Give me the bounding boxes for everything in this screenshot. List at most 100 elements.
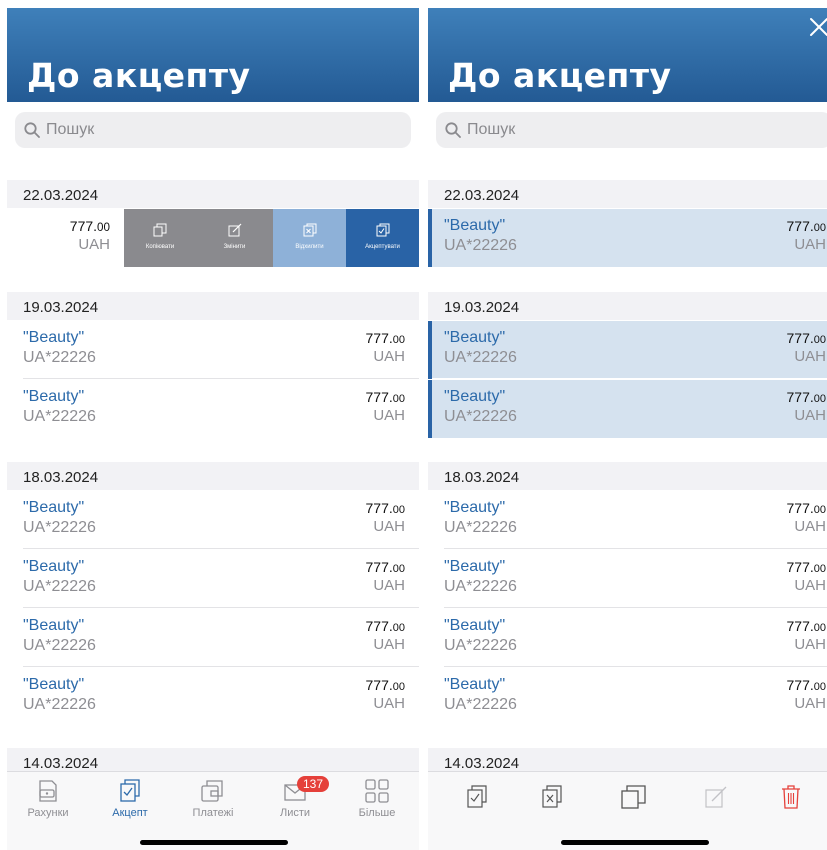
currency: UAH <box>794 577 826 594</box>
copy-icon <box>153 223 167 237</box>
home-indicator <box>140 840 288 845</box>
amount: 777.00 <box>786 618 827 634</box>
currency: UAH <box>794 348 826 365</box>
account-number: UA*22226 <box>444 519 517 536</box>
amount: 777.00 <box>786 559 827 575</box>
payee-name: "Beauty" <box>23 499 85 516</box>
currency: UAH <box>794 636 826 653</box>
payee-name: "Beauty" <box>23 388 85 405</box>
date-section-header: 22.03.2024 <box>428 180 827 208</box>
payee-name: "Beauty" <box>23 329 85 346</box>
home-indicator <box>561 840 709 845</box>
search-input[interactable]: Пошук <box>15 112 411 148</box>
bulk-action-toolbar <box>428 771 827 850</box>
tab-accept[interactable]: Акцепт <box>100 778 160 819</box>
grid-icon <box>365 779 389 803</box>
account-number: UA*22226 <box>444 696 517 713</box>
list-item-selected[interactable]: "Beauty" UA*22226 777.00 UAH <box>428 380 827 438</box>
accept-icon <box>120 779 140 802</box>
account-number: UA*22226 <box>444 349 517 366</box>
date-section-header: 22.03.2024 <box>7 180 419 208</box>
amount: 777.00 <box>365 500 406 516</box>
swiped-list-item[interactable]: 777.00 UAH Копіювати Змінити Відхилити А… <box>7 209 419 267</box>
payee-name: "Beauty" <box>23 617 85 634</box>
search-icon <box>24 122 40 138</box>
currency: UAH <box>373 577 405 594</box>
date-section-header: 19.03.2024 <box>7 292 419 320</box>
accept-action-button[interactable]: Акцептувати <box>346 209 419 267</box>
payee-name: "Beauty" <box>444 217 506 234</box>
currency: UAH <box>373 407 405 424</box>
copy-icon[interactable] <box>620 784 648 810</box>
currency: UAH <box>794 236 826 253</box>
edit-icon[interactable] <box>703 784 729 810</box>
list-item[interactable]: "Beauty" UA*22226 777.00 UAH <box>7 380 419 438</box>
accept-icon[interactable] <box>465 784 489 810</box>
list-item[interactable]: "Beauty" UA*22226 777.00 UAH <box>428 609 827 667</box>
list-item[interactable]: "Beauty" UA*22226 777.00 UAH <box>428 550 827 608</box>
section-date: 14.03.2024 <box>444 755 520 772</box>
search-input[interactable]: Пошук <box>436 112 827 148</box>
payee-name: "Beauty" <box>444 329 506 346</box>
list-item[interactable]: "Beauty" UA*22226 777.00 UAH <box>7 491 419 549</box>
payee-name: "Beauty" <box>444 676 506 693</box>
list-item-selected[interactable]: "Beauty" UA*22226 777.00 UAH <box>428 321 827 379</box>
payee-name: "Beauty" <box>23 676 85 693</box>
payee-name: "Beauty" <box>23 558 85 575</box>
amount: 777.00 <box>786 218 827 234</box>
section-date: 19.03.2024 <box>444 299 520 316</box>
search-placeholder: Пошук <box>467 121 516 138</box>
date-section-header: 18.03.2024 <box>428 462 827 490</box>
trash-icon[interactable] <box>780 784 802 810</box>
amount: 777.00 <box>786 389 827 405</box>
search-icon <box>445 122 461 138</box>
edit-icon <box>228 223 241 237</box>
list-item[interactable]: "Beauty" UA*22226 777.00 UAH <box>428 491 827 549</box>
tab-payments[interactable]: Платежі <box>183 778 243 819</box>
amount: 777.00 <box>365 559 406 575</box>
payments-icon <box>201 780 223 802</box>
search-placeholder: Пошук <box>46 121 95 138</box>
divider <box>23 378 419 379</box>
payee-name: "Beauty" <box>444 388 506 405</box>
swipe-actions: Копіювати Змінити Відхилити Акцептувати <box>124 209 419 267</box>
close-icon[interactable] <box>808 16 827 38</box>
account-number: UA*22226 <box>23 578 96 595</box>
tab-accounts[interactable]: Рахунки <box>18 778 78 819</box>
list-item[interactable]: "Beauty" UA*22226 777.00 UAH <box>7 550 419 608</box>
unread-badge: 137 <box>297 776 330 792</box>
account-number: UA*22226 <box>444 578 517 595</box>
tab-more[interactable]: Більше <box>347 778 407 819</box>
amount: 777.00 <box>365 330 406 346</box>
currency: UAH <box>78 236 110 253</box>
divider <box>432 378 827 379</box>
divider <box>444 548 827 549</box>
section-date: 14.03.2024 <box>23 755 99 772</box>
right-screen: До акцепту Пошук 22.03.2024 "Beauty" UA*… <box>428 8 827 850</box>
list-item[interactable]: "Beauty" UA*22226 777.00 UAH <box>428 668 827 726</box>
edit-action-button[interactable]: Змінити <box>196 209 273 267</box>
payee-name: "Beauty" <box>444 499 506 516</box>
section-date: 18.03.2024 <box>444 469 520 486</box>
list-item[interactable]: "Beauty" UA*22226 777.00 UAH <box>7 321 419 379</box>
copy-action-button[interactable]: Копіювати <box>124 209 196 267</box>
account-number: UA*22226 <box>23 519 96 536</box>
page-title: До акцепту <box>448 56 672 95</box>
amount: 777.00 <box>786 330 827 346</box>
list-item[interactable]: "Beauty" UA*22226 777.00 UAH <box>7 668 419 726</box>
list-item-selected[interactable]: "Beauty" UA*22226 777.00 UAH <box>428 209 827 267</box>
list-item[interactable]: "Beauty" UA*22226 777.00 UAH <box>7 609 419 667</box>
reject-icon <box>303 223 316 237</box>
date-section-header: 19.03.2024 <box>428 292 827 320</box>
tab-mail[interactable]: 137 Листи <box>265 776 330 819</box>
account-number: UA*22226 <box>23 696 96 713</box>
amount: 777.00 <box>365 389 406 405</box>
reject-icon[interactable] <box>540 784 564 810</box>
reject-action-button[interactable]: Відхилити <box>273 209 346 267</box>
currency: UAH <box>373 348 405 365</box>
divider <box>23 666 419 667</box>
section-date: 19.03.2024 <box>23 299 99 316</box>
payee-name: "Beauty" <box>444 558 506 575</box>
section-date: 18.03.2024 <box>23 469 99 486</box>
account-number: UA*22226 <box>23 349 96 366</box>
